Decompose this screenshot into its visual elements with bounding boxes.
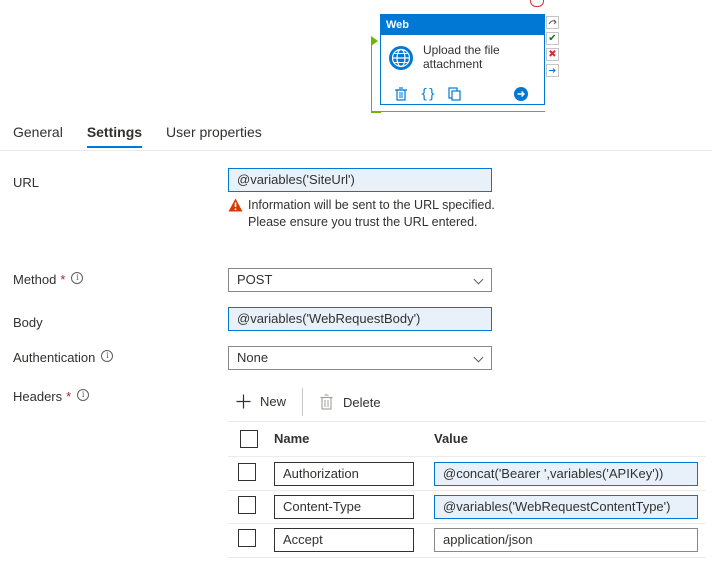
pipeline-connector-bottom: [371, 111, 545, 112]
required-marker: *: [66, 389, 72, 404]
web-activity-card[interactable]: Web Upload the file attachment {}: [380, 14, 545, 105]
warning-icon: [228, 198, 243, 215]
globe-icon: [388, 45, 414, 71]
success-path-icon[interactable]: ✔: [546, 32, 559, 45]
copy-icon[interactable]: [447, 86, 463, 102]
url-warning-text: Information will be sent to the URL spec…: [248, 198, 495, 229]
authentication-label: Authentication i: [13, 350, 114, 365]
method-label: Method * i: [13, 272, 84, 287]
row-divider: [228, 523, 706, 524]
status-ring-icon: [530, 0, 544, 7]
body-label: Body: [13, 315, 43, 330]
new-button-label: New: [260, 394, 287, 409]
header-value-input[interactable]: application/json: [434, 528, 698, 552]
header-name-input[interactable]: Content-Type: [274, 495, 414, 519]
toolbar-divider: [302, 388, 303, 416]
url-label: URL: [13, 175, 40, 190]
column-header-name: Name: [274, 431, 310, 446]
open-arrow-icon[interactable]: [514, 87, 528, 104]
tab-settings[interactable]: Settings: [86, 124, 143, 148]
header-row-divider: [228, 456, 706, 457]
info-icon[interactable]: i: [77, 389, 90, 401]
select-all-checkbox[interactable]: [240, 430, 258, 448]
method-select[interactable]: POST: [228, 268, 492, 292]
skip-path-icon[interactable]: [546, 16, 559, 29]
headers-label-text: Headers: [13, 389, 63, 404]
tab-general[interactable]: General: [13, 124, 63, 148]
delete-button-label: Delete: [343, 394, 381, 410]
delete-header-button[interactable]: Delete: [320, 394, 381, 410]
grid-top-border: [228, 421, 706, 422]
header-value-input[interactable]: @variables('WebRequestContentType'): [434, 495, 698, 519]
column-header-value: Value: [434, 431, 468, 446]
authentication-select[interactable]: None: [228, 346, 492, 370]
method-value: POST: [237, 272, 273, 287]
body-input[interactable]: @variables('WebRequestBody'): [228, 307, 492, 331]
url-input[interactable]: @variables('SiteUrl'): [228, 168, 492, 192]
header-name-input[interactable]: Authorization: [274, 462, 414, 486]
chevron-down-icon: [473, 274, 484, 285]
row-checkbox[interactable]: [238, 463, 256, 481]
success-arrow-icon: [371, 36, 378, 46]
plus-icon: [236, 394, 251, 409]
authentication-value: None: [237, 350, 269, 365]
code-braces-icon[interactable]: {}: [420, 86, 436, 102]
settings-tabs: General Settings User properties: [13, 124, 286, 148]
info-icon[interactable]: i: [101, 350, 114, 362]
delete-activity-icon[interactable]: [393, 86, 409, 102]
activity-type-label: Web: [381, 15, 544, 35]
delete-icon: [320, 394, 333, 410]
new-header-button[interactable]: New: [236, 394, 286, 409]
method-label-text: Method: [13, 272, 57, 287]
activity-name: Upload the file attachment: [423, 43, 500, 71]
row-checkbox[interactable]: [238, 496, 256, 514]
chevron-down-icon: [473, 352, 484, 363]
header-name-input[interactable]: Accept: [274, 528, 414, 552]
completion-path-icon[interactable]: [546, 64, 559, 77]
row-divider: [228, 490, 706, 491]
authentication-label-text: Authentication: [13, 350, 96, 365]
header-value-input[interactable]: @concat('Bearer ',variables('APIKey')): [434, 462, 698, 486]
row-divider: [228, 557, 706, 558]
required-marker: *: [60, 272, 66, 287]
headers-label: Headers * i: [13, 389, 90, 404]
info-icon[interactable]: i: [71, 272, 84, 284]
tabs-divider: [0, 150, 712, 151]
tab-user-properties[interactable]: User properties: [166, 124, 262, 148]
failure-path-icon[interactable]: ✖: [546, 48, 559, 61]
row-checkbox[interactable]: [238, 529, 256, 547]
